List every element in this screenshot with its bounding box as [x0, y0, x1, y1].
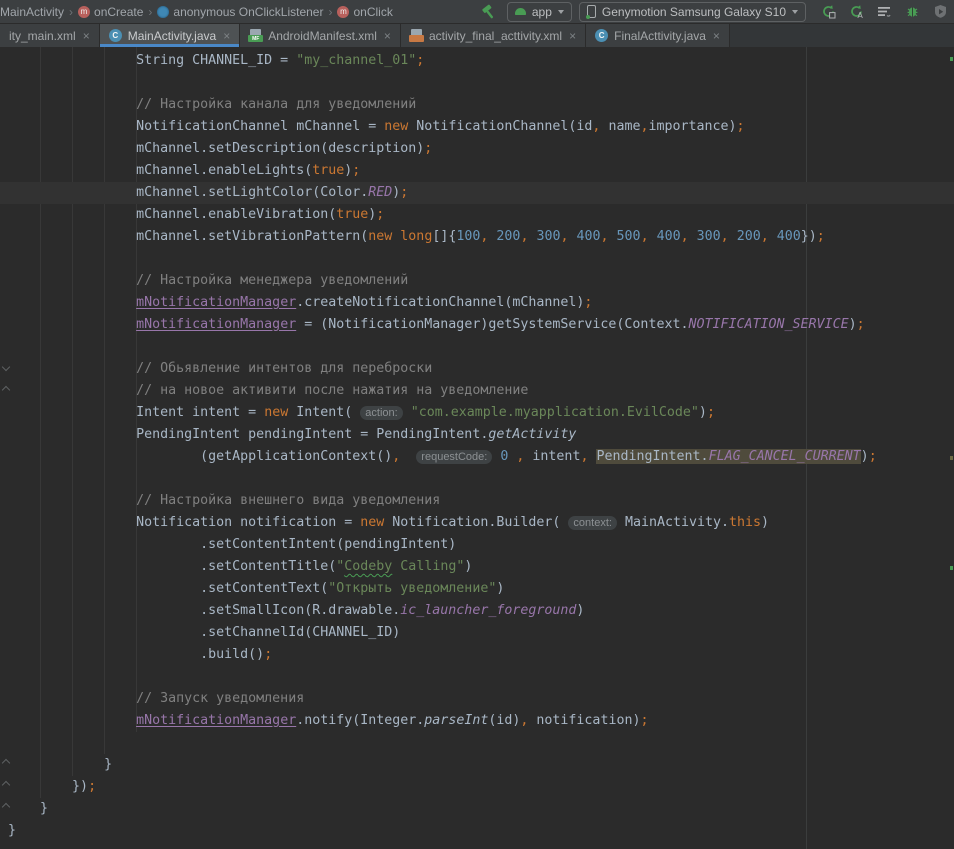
code-line: // Обьявление интентов для переброски	[0, 358, 954, 380]
java-class-icon: C	[595, 29, 608, 42]
code-line: (getApplicationContext(), requestCode: 0…	[0, 446, 954, 468]
breadcrumb-class[interactable]: MainActivity	[0, 5, 64, 19]
code-editor[interactable]: String CHANNEL_ID = "my_channel_01"; // …	[0, 47, 954, 849]
device-select[interactable]: Genymotion Samsung Galaxy S10	[579, 2, 806, 22]
device-label: Genymotion Samsung Galaxy S10	[602, 5, 786, 19]
breadcrumb-separator-icon: ›	[328, 5, 332, 19]
show-log-icon[interactable]	[877, 4, 892, 19]
code-line: Intent intent = new Intent( action: "com…	[0, 402, 954, 424]
layout-xml-icon	[410, 29, 423, 42]
tab-activity-main-xml[interactable]: ity_main.xml ×	[0, 24, 100, 47]
run-config-label: app	[532, 5, 552, 19]
code-line: mNotificationManager.createNotificationC…	[0, 292, 954, 314]
close-icon[interactable]: ×	[83, 30, 90, 42]
tab-label: activity_final_acttivity.xml	[429, 29, 562, 43]
code-line: // Настройка внешнего вида уведомления	[0, 490, 954, 512]
code-line: .setContentIntent(pendingIntent)	[0, 534, 954, 556]
code-line	[0, 732, 954, 754]
editor-tab-bar: ity_main.xml × C MainActivity.java × MF …	[0, 24, 954, 47]
code-line: mChannel.enableVibration(true);	[0, 204, 954, 226]
code-line: mNotificationManager.notify(Integer.pars…	[0, 710, 954, 732]
code-line: .setChannelId(CHANNEL_ID)	[0, 622, 954, 644]
code-line: PendingIntent pendingIntent = PendingInt…	[0, 424, 954, 446]
android-icon	[515, 8, 526, 15]
code-line: // Настройка канала для уведомлений	[0, 94, 954, 116]
apply-code-changes-icon[interactable]: A	[849, 4, 864, 19]
code-area: String CHANNEL_ID = "my_channel_01"; // …	[0, 47, 954, 842]
breadcrumb-onclick[interactable]: onClick	[353, 5, 392, 19]
chevron-down-icon	[792, 10, 798, 14]
chevron-down-icon	[558, 10, 564, 14]
android-studio-window: MainActivity › m onCreate › anonymous On…	[0, 0, 954, 849]
method-icon: m	[337, 6, 349, 18]
close-icon[interactable]: ×	[569, 30, 576, 42]
close-icon[interactable]: ×	[713, 30, 720, 42]
code-line: .setContentTitle("Codeby Calling")	[0, 556, 954, 578]
method-icon: m	[78, 6, 90, 18]
tab-label: MainActivity.java	[128, 29, 216, 43]
close-icon[interactable]: ×	[384, 30, 391, 42]
scrollbar-mark	[950, 456, 953, 460]
scrollbar-mark	[950, 566, 953, 570]
navigation-toolbar: MainActivity › m onCreate › anonymous On…	[0, 0, 954, 24]
code-line	[0, 72, 954, 94]
code-line: .build();	[0, 644, 954, 666]
debug-icon[interactable]	[905, 4, 920, 19]
close-icon[interactable]: ×	[223, 30, 230, 42]
tab-label: AndroidManifest.xml	[268, 29, 377, 43]
code-line: // Запуск уведомления	[0, 688, 954, 710]
tab-finalacttivity-java[interactable]: C FinalActtivity.java ×	[586, 24, 730, 47]
code-line: // Настройка менеджера уведомлений	[0, 270, 954, 292]
code-line: .setContentText("Открыть уведомление")	[0, 578, 954, 600]
code-line: }	[0, 820, 954, 842]
build-hammer-icon[interactable]	[481, 4, 497, 20]
breadcrumb-anonymous-listener[interactable]: anonymous OnClickListener	[173, 5, 323, 19]
svg-text:A: A	[857, 11, 863, 19]
code-line: mChannel.enableLights(true);	[0, 160, 954, 182]
rerun-icon[interactable]	[821, 4, 836, 19]
breadcrumb-oncreate[interactable]: onCreate	[94, 5, 143, 19]
code-line: Notification notification = new Notifica…	[0, 512, 954, 534]
phone-icon	[587, 5, 596, 18]
code-line: NotificationChannel mChannel = new Notif…	[0, 116, 954, 138]
code-line: });	[0, 776, 954, 798]
breadcrumb-separator-icon: ›	[69, 5, 73, 19]
code-line: mNotificationManager = (NotificationMana…	[0, 314, 954, 336]
java-class-icon: C	[109, 29, 122, 42]
code-line	[0, 336, 954, 358]
profile-icon[interactable]	[933, 4, 948, 19]
code-line: String CHANNEL_ID = "my_channel_01";	[0, 50, 954, 72]
code-line: }	[0, 798, 954, 820]
tab-label: FinalActtivity.java	[614, 29, 706, 43]
run-config-select[interactable]: app	[507, 2, 572, 22]
code-line	[0, 666, 954, 688]
code-line: .setSmallIcon(R.drawable.ic_launcher_for…	[0, 600, 954, 622]
code-line: mChannel.setLightColor(Color.RED);	[0, 182, 954, 204]
code-line	[0, 248, 954, 270]
manifest-file-icon: MF	[249, 29, 262, 42]
tab-activity-final-acttivity-xml[interactable]: activity_final_acttivity.xml ×	[401, 24, 586, 47]
breadcrumb-separator-icon: ›	[148, 5, 152, 19]
code-line	[0, 468, 954, 490]
code-line: mChannel.setDescription(description);	[0, 138, 954, 160]
anonymous-class-icon	[157, 6, 169, 18]
scrollbar-mark	[950, 57, 953, 61]
code-line: }	[0, 754, 954, 776]
tab-androidmanifest-xml[interactable]: MF AndroidManifest.xml ×	[240, 24, 401, 47]
code-line: // на новое активити после нажатия на ув…	[0, 380, 954, 402]
breadcrumb: MainActivity › m onCreate › anonymous On…	[0, 5, 477, 19]
tab-mainactivity-java[interactable]: C MainActivity.java ×	[100, 24, 241, 47]
tab-label: ity_main.xml	[9, 29, 76, 43]
code-line: mChannel.setVibrationPattern(new long[]{…	[0, 226, 954, 248]
